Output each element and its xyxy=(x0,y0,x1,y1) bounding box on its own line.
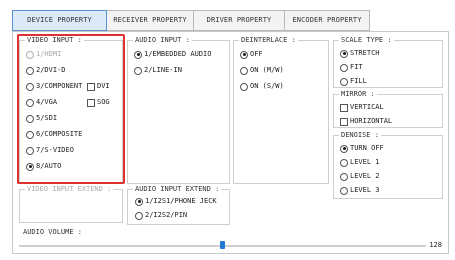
option-label: LEVEL 1 xyxy=(350,158,380,166)
scale-type-option-fill[interactable]: FILL xyxy=(340,76,367,87)
deinterlace-title: DEINTERLACE : xyxy=(239,36,298,45)
option-label: OFF xyxy=(250,50,263,58)
radio-icon[interactable] xyxy=(134,66,142,75)
option-label: 1/EMBEDDED AUDIO xyxy=(144,50,212,58)
audio-input-option-embedded[interactable]: 1/EMBEDDED AUDIO xyxy=(134,49,211,60)
option-label: VERTICAL xyxy=(350,103,384,111)
audio-extend-option-i2s1[interactable]: 1/I2S1/PHONE JECK xyxy=(135,196,217,207)
option-label: 1/I2S1/PHONE JECK xyxy=(145,197,217,205)
radio-icon[interactable] xyxy=(340,77,348,86)
mirror-group: MIRROR : VERTICAL HORIZONTAL xyxy=(333,90,443,128)
audio-input-title: AUDIO INPUT : xyxy=(133,36,192,45)
checkbox-icon[interactable] xyxy=(340,117,348,126)
denoise-option-turn-off[interactable]: TURN OFF xyxy=(340,143,384,154)
radio-icon[interactable] xyxy=(240,82,248,91)
audio-volume-value: 128 xyxy=(429,241,442,249)
option-label: STRETCH xyxy=(350,49,380,57)
deinterlace-option-on-sw[interactable]: ON (S/W) xyxy=(240,81,284,92)
option-label: 2/LINE-IN xyxy=(144,66,182,74)
option-label: ON (M/W) xyxy=(250,66,284,74)
mirror-option-horizontal[interactable]: HORIZONTAL xyxy=(340,116,392,127)
option-label: LEVEL 2 xyxy=(350,172,380,180)
option-label: HORIZONTAL xyxy=(350,117,393,125)
option-label: LEVEL 3 xyxy=(350,186,380,194)
option-label: 2/I2S2/PIN xyxy=(145,211,188,219)
mirror-title: MIRROR : xyxy=(339,90,377,99)
audio-extend-option-i2s2[interactable]: 2/I2S2/PIN xyxy=(135,210,187,221)
radio-icon[interactable] xyxy=(240,50,248,59)
option-label: FIT xyxy=(350,63,363,71)
deinterlace-group: DEINTERLACE : OFF ON (M/W) ON (S/W) xyxy=(233,36,329,184)
radio-icon[interactable] xyxy=(340,49,348,58)
denoise-option-level-1[interactable]: LEVEL 1 xyxy=(340,157,380,168)
tab-driver-property[interactable]: DRIVER PROPERTY xyxy=(193,10,285,31)
video-input-extend-group: VIDEO INPUT EXTEND : xyxy=(19,185,123,223)
mirror-option-vertical[interactable]: VERTICAL xyxy=(340,102,384,113)
denoise-option-level-2[interactable]: LEVEL 2 xyxy=(340,171,380,182)
radio-icon[interactable] xyxy=(134,50,142,59)
audio-volume-label: AUDIO VOLUME : xyxy=(21,228,85,237)
radio-icon[interactable] xyxy=(340,63,348,72)
denoise-group: DENOISE : TURN OFF LEVEL 1 LEVEL 2 LEVEL… xyxy=(333,131,443,199)
denoise-title: DENOISE : xyxy=(339,131,381,140)
option-label: ON (S/W) xyxy=(250,82,284,90)
deinterlace-option-on-mw[interactable]: ON (M/W) xyxy=(240,65,284,76)
tab-encoder-property[interactable]: ENCODER PROPERTY xyxy=(284,10,370,31)
option-label: FILL xyxy=(350,77,367,85)
tab-bar: DEVICE PROPERTY RECEIVER PROPERTY DRIVER… xyxy=(12,10,370,31)
tab-device-property[interactable]: DEVICE PROPERTY xyxy=(12,10,107,31)
radio-icon[interactable] xyxy=(340,144,348,153)
scale-type-title: SCALE TYPE : xyxy=(339,36,394,45)
radio-icon[interactable] xyxy=(340,172,348,181)
radio-icon[interactable] xyxy=(135,197,143,206)
audio-input-extend-title: AUDIO INPUT EXTEND : xyxy=(133,185,222,194)
audio-input-group: AUDIO INPUT : 1/EMBEDDED AUDIO 2/LINE-IN xyxy=(127,36,230,184)
highlight-box xyxy=(17,34,125,184)
video-input-extend-title: VIDEO INPUT EXTEND : xyxy=(25,185,114,194)
radio-icon[interactable] xyxy=(240,66,248,75)
radio-icon[interactable] xyxy=(135,211,143,220)
checkbox-icon[interactable] xyxy=(340,103,348,112)
radio-icon[interactable] xyxy=(340,186,348,195)
deinterlace-option-off[interactable]: OFF xyxy=(240,49,263,60)
scale-type-group: SCALE TYPE : STRETCH FIT FILL xyxy=(333,36,443,88)
scale-type-option-fit[interactable]: FIT xyxy=(340,62,363,73)
option-label: TURN OFF xyxy=(350,144,384,152)
scale-type-option-stretch[interactable]: STRETCH xyxy=(340,48,380,59)
audio-volume-slider-thumb[interactable] xyxy=(220,241,225,249)
denoise-option-level-3[interactable]: LEVEL 3 xyxy=(340,185,380,196)
tab-receiver-property[interactable]: RECEIVER PROPERTY xyxy=(106,10,194,31)
audio-input-option-line-in[interactable]: 2/LINE-IN xyxy=(134,65,182,76)
device-property-panel: VIDEO INPUT : 1/HDMI 2/DVI-D 3/COMPONENT… xyxy=(12,31,449,254)
radio-icon[interactable] xyxy=(340,158,348,167)
